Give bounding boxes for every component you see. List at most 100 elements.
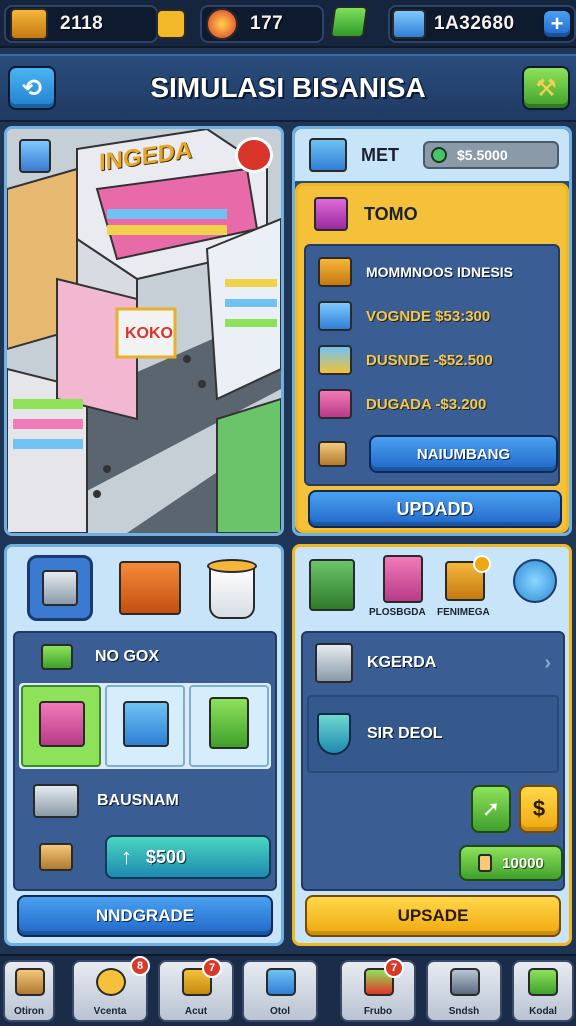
refresh-arrows-icon: ⟲	[21, 74, 43, 102]
balance-value: $5.5000	[457, 147, 508, 163]
magnifier-icon	[96, 968, 126, 996]
chat-bubble-icon[interactable]	[513, 559, 557, 603]
tab-caption-0: PLOSBGDA	[369, 607, 426, 618]
nav-item-tools[interactable]: Otol	[242, 960, 318, 1022]
update-button[interactable]: UPDADD	[308, 490, 562, 528]
tab-register[interactable]	[27, 555, 93, 621]
price-button[interactable]: ↑ $500	[105, 835, 271, 879]
green-crystal-icon[interactable]	[329, 6, 369, 38]
chevron-right-icon[interactable]: ›	[544, 652, 551, 675]
nav-item-shop[interactable]: Sndsh	[426, 960, 502, 1022]
arrow-up-icon: ↑	[121, 844, 132, 869]
coin-button[interactable]: $	[519, 785, 559, 833]
green-book-icon	[209, 697, 249, 749]
pink-box-icon	[318, 389, 352, 419]
list-item[interactable]: VOGNDE $53:300	[306, 296, 558, 336]
inventory-row[interactable]: BAUSNAM	[15, 779, 275, 823]
section-title: TOMO	[364, 203, 418, 224]
section-header: TOMO	[298, 186, 566, 242]
add-cash-button[interactable]: +	[542, 9, 572, 39]
staff-row[interactable]: SIR DEOL	[307, 695, 559, 773]
cup-lid	[207, 559, 257, 573]
coins-value: 2118	[60, 13, 104, 34]
register-icon	[450, 968, 480, 996]
staff-tabs: PLOSBGDA FENIMEGA	[295, 547, 569, 631]
staff-row-label: KGERDA	[367, 654, 437, 671]
tab-caption-1: FENIMEGA	[437, 607, 490, 618]
sub-action-button[interactable]: NAIUMBANG	[369, 435, 558, 473]
treasure-chest-icon	[10, 8, 48, 40]
cart-icon	[309, 138, 347, 172]
list-item-label: MOMMNOOS IDNESIS	[366, 264, 514, 280]
amount-button-label: 10000	[502, 854, 544, 872]
coins-counter: 2118	[4, 5, 186, 43]
nav-item-label: Sndsh	[448, 1006, 480, 1017]
staff-body: KGERDA › SIR DEOL ➚ $ 10000	[301, 631, 565, 891]
staff-upgrade-button[interactable]: UPSADE	[305, 895, 561, 937]
price-row: ↑ $500	[15, 831, 275, 883]
build-button[interactable]: ⚒	[522, 66, 570, 110]
bread-crate-icon	[318, 441, 348, 467]
list-item[interactable]: DUSNDE -$52.500	[306, 340, 558, 380]
coin-icon[interactable]	[156, 9, 186, 39]
nav-item-label: Vcenta	[93, 1006, 127, 1017]
alert-store-icon[interactable]	[235, 137, 273, 173]
vending-machine-icon[interactable]	[309, 559, 355, 611]
pink-locker-icon[interactable]	[383, 555, 423, 603]
nav-item-map[interactable]: Kodal	[512, 960, 574, 1022]
nav-badge: 7	[202, 958, 222, 978]
nav-item-build[interactable]: 7 Frubo	[340, 958, 416, 1022]
item-slots	[19, 683, 271, 769]
store-scene-panel[interactable]: INGEDA KOKO	[4, 126, 284, 536]
page-title: SIMULASI BISANISA	[150, 72, 426, 103]
toolbox-icon[interactable]	[119, 561, 181, 615]
home-icon	[15, 968, 45, 996]
nav-item-tasks[interactable]: 7 Acut	[158, 958, 234, 1022]
staff-row[interactable]: KGERDA ›	[303, 637, 563, 689]
nav-badge: 8	[130, 956, 150, 976]
list-item: NAIUMBANG	[306, 430, 558, 478]
nav-item-label: Kodal	[529, 1006, 557, 1017]
item-slot[interactable]	[21, 685, 101, 767]
title-bar: SIMULASI BISANISA ⟲ ⚒	[0, 54, 576, 122]
cube-icon	[318, 345, 352, 375]
inventory-upgrade-button[interactable]: NNDGRADE	[17, 895, 273, 937]
update-button-label: UPDADD	[396, 498, 474, 519]
amount-button[interactable]: 10000	[459, 845, 563, 881]
blue-box-icon	[318, 301, 352, 331]
back-button[interactable]: ⟲	[8, 66, 56, 110]
hammer-icon: ⚒	[535, 74, 557, 102]
staff-panel: PLOSBGDA FENIMEGA KGERDA › SIR DEOL ➚ $ …	[292, 544, 572, 946]
nav-item-label: Frubo	[363, 1006, 393, 1017]
item-slot[interactable]	[105, 685, 185, 767]
sub-action-label: NAIUMBANG	[416, 445, 511, 463]
market-list: MOMMNOOS IDNESIS VOGNDE $53:300 DUSNDE -…	[304, 244, 560, 486]
market-panel: MET $5.5000 TOMO MOMMNOOS IDNESIS VOGNDE…	[292, 126, 572, 536]
inventory-panel: NO GOX BAUSNAM ↑ $500 NNDGRADE	[4, 544, 284, 946]
coin-dollar-icon: $	[532, 796, 546, 821]
coin-icon-small	[431, 147, 447, 163]
nav-item-label: Otol	[270, 1006, 290, 1017]
list-item[interactable]: MOMMNOOS IDNESIS	[306, 252, 558, 292]
nav-item-search[interactable]: 8 Vcenta	[72, 956, 150, 1022]
list-item[interactable]: DUGADA -$3.200	[306, 384, 558, 424]
inventory-row-label: NO GOX	[95, 648, 160, 665]
inventory-tabs	[7, 547, 281, 631]
trash-bin-icon[interactable]	[19, 139, 51, 173]
gift-box-icon	[39, 701, 85, 747]
gems-value: 177	[250, 13, 284, 34]
coin-stack-icon	[478, 854, 493, 872]
shelf-sign: KOKO	[125, 325, 173, 342]
building-icon	[315, 643, 353, 683]
nav-item-home[interactable]: Otiron	[3, 960, 55, 1022]
nav-badge: 7	[384, 958, 404, 978]
list-item-label: VOGNDE $53:300	[366, 307, 491, 325]
item-slot[interactable]	[189, 685, 269, 767]
plus-icon: +	[550, 11, 564, 36]
crate-icon	[318, 257, 352, 287]
parcel-badge	[473, 555, 491, 573]
cup-icon[interactable]	[207, 559, 257, 619]
inventory-row[interactable]: NO GOX	[15, 639, 275, 675]
cash-stack-icon	[392, 9, 426, 39]
arrow-button[interactable]: ➚	[471, 785, 511, 833]
